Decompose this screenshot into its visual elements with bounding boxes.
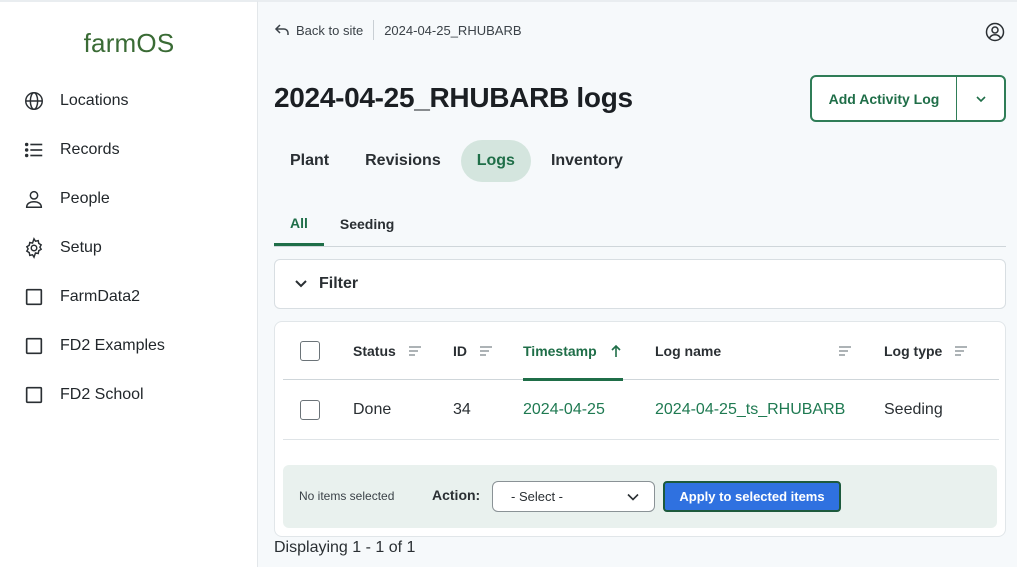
gear-icon [22,236,46,260]
filter-toggle[interactable]: Filter [274,259,1006,309]
back-label: Back to site [296,22,364,38]
user-account-icon[interactable] [985,22,1005,42]
chevron-down-icon [975,95,986,102]
sidebar-item-label: FD2 School [60,385,144,403]
pagination-summary: Displaying 1 - 1 of 1 [274,539,416,556]
selection-count: No items selected [299,489,395,503]
table-header: Status ID Timestamp Log name Log type [283,322,999,381]
sidebar-item-locations[interactable]: Locations [0,76,258,125]
subtab-seeding[interactable]: Seeding [324,202,410,246]
sort-icon [408,345,421,356]
log-type-subtabs: All Seeding [274,202,1006,247]
main-content: Back to site 2024-04-25_RHUBARB 2024-04-… [258,0,1017,567]
sidebar-item-label: Setup [60,238,102,256]
sidebar-item-label: FarmData2 [60,287,141,305]
column-header-id[interactable]: ID [453,322,493,379]
add-activity-log-button[interactable]: Add Activity Log [812,77,956,120]
row-checkbox[interactable] [300,399,320,420]
chevron-down-icon [627,493,639,501]
column-header-status[interactable]: Status [353,322,422,379]
table-row: Done 34 2024-04-25 2024-04-25_ts_RHUBARB… [283,380,999,440]
column-log-name-sort[interactable] [838,322,852,379]
action-label: Action: [432,487,481,503]
back-to-site-link[interactable]: Back to site [274,22,363,38]
column-label: ID [453,342,467,359]
tab-logs[interactable]: Logs [460,140,531,182]
chevron-down-icon [295,280,307,288]
action-select[interactable]: - Select - [492,481,655,512]
farmos-logo[interactable]: farmOS [0,28,258,59]
select-all-cell [300,322,320,379]
sidebar-item-people[interactable]: People [0,174,258,223]
cell-status: Done [353,400,392,418]
cell-timestamp-link[interactable]: 2024-04-25 [523,380,605,439]
column-label: Timestamp [523,342,597,359]
square-icon [22,334,46,358]
sidebar-item-fd2-school[interactable]: FD2 School [0,370,258,419]
subtab-all[interactable]: All [274,202,324,246]
add-activity-log-button-group: Add Activity Log [810,75,1006,122]
sidebar-item-label: Records [60,140,120,158]
sidebar: farmOS Locations Records People Setup Fa… [0,0,258,567]
row-select-cell [300,380,320,439]
sidebar-item-setup[interactable]: Setup [0,223,258,272]
filter-label: Filter [319,275,359,292]
apply-to-selected-button[interactable]: Apply to selected items [663,481,841,512]
person-icon [22,187,46,211]
column-header-log-name[interactable]: Log name [655,322,721,379]
sidebar-item-label: FD2 Examples [60,336,165,354]
column-label: Log name [655,342,722,359]
list-icon [22,138,46,162]
topbar: Back to site 2024-04-25_RHUBARB [274,20,522,40]
logs-table: Status ID Timestamp Log name Log type Do… [274,321,1006,537]
cell-log-type: Seeding [884,400,943,418]
tab-plant[interactable]: Plant [274,140,345,182]
sidebar-item-label: Locations [60,91,129,109]
add-log-dropdown-toggle[interactable] [956,77,1004,120]
sidebar-item-records[interactable]: Records [0,125,258,174]
sidebar-item-label: People [60,189,110,207]
sort-ascending-icon [611,344,621,357]
sort-icon [480,345,492,356]
column-label: Status [353,342,396,359]
cell-log-name-link[interactable]: 2024-04-25_ts_RHUBARB [655,380,845,439]
bulk-actions-bar: No items selected Action: - Select - App… [283,465,997,528]
sidebar-item-fd2-examples[interactable]: FD2 Examples [0,321,258,370]
entity-tabs: Plant Revisions Logs Inventory [274,140,643,182]
column-header-timestamp[interactable]: Timestamp [523,322,623,381]
breadcrumb: 2024-04-25_RHUBARB [384,22,522,38]
sidebar-item-farmdata2[interactable]: FarmData2 [0,272,258,321]
column-header-log-type[interactable]: Log type [884,322,968,379]
globe-icon [22,89,46,113]
column-label: Log type [884,342,943,359]
square-icon [22,383,46,407]
tab-inventory[interactable]: Inventory [535,140,639,182]
breadcrumb-divider [373,20,375,40]
sort-icon [839,345,851,356]
square-icon [22,285,46,309]
sort-icon [955,345,968,356]
page-title: 2024-04-25_RHUBARB logs [274,82,633,113]
tab-revisions[interactable]: Revisions [349,140,457,182]
action-select-value: - Select - [511,489,564,504]
back-arrow-icon [274,24,289,35]
sidebar-nav: Locations Records People Setup FarmData2 [0,76,258,419]
cell-id: 34 [453,400,471,418]
select-all-checkbox[interactable] [300,340,320,361]
